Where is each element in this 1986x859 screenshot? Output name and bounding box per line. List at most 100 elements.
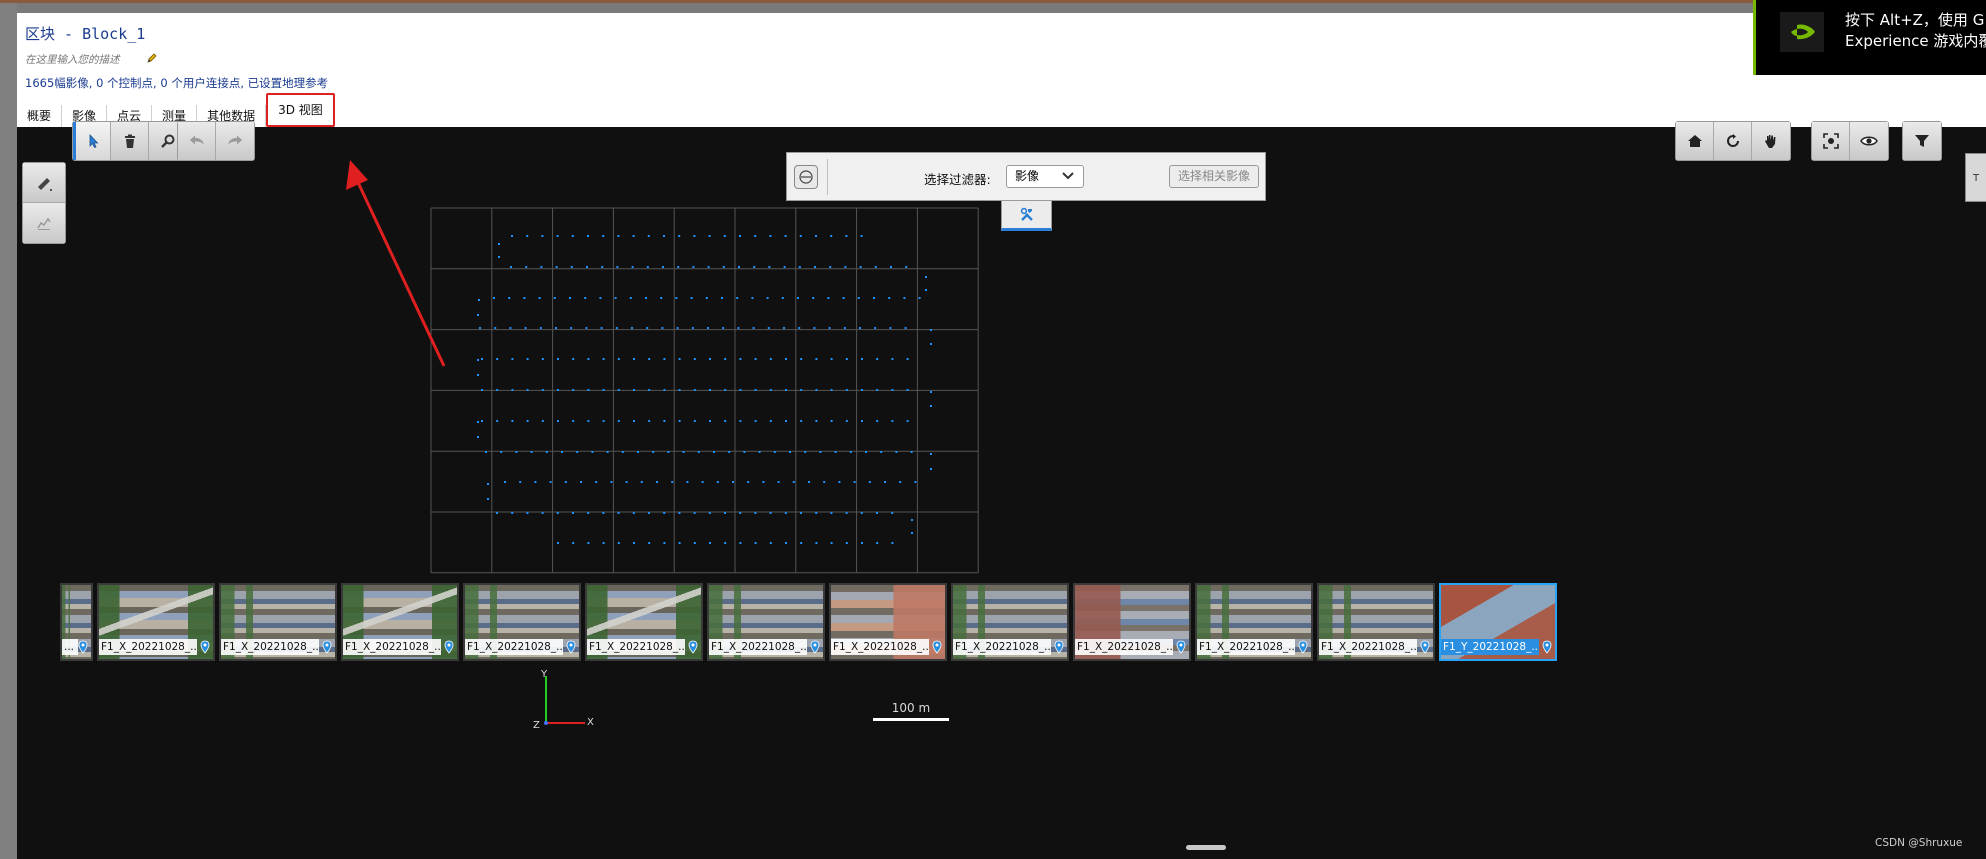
photo-thumbnail[interactable]: F1_X_20221028_... <box>707 583 825 661</box>
tab-3d-view[interactable]: 3D 视图 <box>266 93 335 127</box>
camera-point <box>602 235 605 237</box>
photo-thumbnail[interactable]: F1_X_20221028_... <box>219 583 337 661</box>
camera-point <box>874 266 877 268</box>
3d-viewport[interactable]: 选择过滤器: 影像 选择相关影像 T Y X Z 100 m <box>17 121 1986 859</box>
camera-point <box>693 358 696 360</box>
camera-point <box>693 512 696 514</box>
camera-point <box>631 266 634 268</box>
camera-point <box>477 374 479 376</box>
camera-point <box>678 512 681 514</box>
edit-pencil-icon[interactable] <box>146 52 158 64</box>
camera-point <box>600 327 603 329</box>
camera-point <box>707 327 709 329</box>
camera-point <box>930 405 932 407</box>
camera-point <box>859 327 861 329</box>
camera-point <box>511 420 514 422</box>
camera-point <box>830 389 833 391</box>
description-placeholder[interactable]: 在这里输入您的描述 <box>25 52 120 67</box>
x-axis-label: X <box>587 717 594 728</box>
camera-point <box>656 481 658 483</box>
camera-point <box>792 481 795 483</box>
camera-point <box>617 512 620 514</box>
thumbnail-scrollbar[interactable] <box>1186 845 1226 850</box>
block-title: 区块 - Block_1 <box>25 25 146 43</box>
geolocation-pin-icon <box>1298 640 1308 654</box>
top-strip <box>0 0 1986 3</box>
photo-thumbnail[interactable]: F1_X_20221028_... <box>341 583 459 661</box>
photo-thumbnail[interactable]: F1_X_20221028_... <box>829 583 947 661</box>
camera-point <box>633 389 635 391</box>
camera-point <box>800 420 803 422</box>
camera-point <box>925 289 927 291</box>
camera-point <box>572 358 575 360</box>
camera-point <box>477 314 479 316</box>
camera-point <box>868 481 871 483</box>
camera-point <box>890 266 892 268</box>
camera-point <box>830 420 833 422</box>
camera-point <box>815 420 818 422</box>
camera-point <box>752 327 755 329</box>
camera-point <box>800 542 803 544</box>
photo-thumbnail[interactable]: F1_X_20221028_... <box>1073 583 1191 661</box>
camera-point <box>845 542 848 544</box>
camera-point <box>767 327 770 329</box>
camera-point <box>708 512 711 514</box>
camera-point <box>631 327 633 329</box>
camera-point <box>800 512 802 514</box>
camera-point <box>876 542 879 544</box>
camera-point <box>889 327 892 329</box>
camera-point <box>861 542 863 544</box>
camera-point <box>739 420 742 422</box>
camera-point <box>510 266 512 268</box>
camera-point <box>678 420 681 422</box>
camera-point <box>769 358 772 360</box>
camera-point <box>625 481 628 483</box>
camera-point <box>880 451 883 453</box>
photo-thumbnail[interactable]: F1_Y_20221028_... <box>1439 583 1557 661</box>
camera-point <box>621 451 624 453</box>
camera-point <box>843 327 846 329</box>
toast-message: 按下 Alt+Z，使用 G Experience 游戏内覆 <box>1845 10 1986 52</box>
camera-point <box>828 327 831 329</box>
camera-point <box>541 389 544 391</box>
camera-point <box>515 451 518 453</box>
photo-thumbnail[interactable]: ... <box>60 583 93 661</box>
camera-point <box>498 243 500 245</box>
camera-point <box>571 235 574 237</box>
camera-point <box>747 481 750 483</box>
camera-point <box>587 420 590 422</box>
block-summary: 1665幅影像, 0 个控制点, 0 个用户连接点, 已设置地理参考 <box>25 76 329 90</box>
camera-point <box>580 481 582 483</box>
camera-point <box>762 481 765 483</box>
camera-point <box>784 235 787 237</box>
photo-thumbnail[interactable]: F1_X_20221028_... <box>463 583 581 661</box>
camera-point <box>662 266 664 268</box>
photo-thumbnail[interactable]: F1_X_20221028_... <box>1317 583 1435 661</box>
camera-point <box>842 297 845 299</box>
thumbnail-label: F1_X_20221028_... <box>1197 639 1295 655</box>
camera-point <box>496 389 499 391</box>
camera-point <box>815 512 818 514</box>
camera-point <box>930 343 932 345</box>
camera-point <box>874 327 877 329</box>
camera-point <box>523 297 526 299</box>
camera-point <box>538 297 541 299</box>
camera-point <box>661 327 664 329</box>
camera-point <box>481 420 483 422</box>
camera-point <box>557 420 559 422</box>
camera-point <box>739 512 742 514</box>
photo-thumbnail[interactable]: F1_X_20221028_... <box>951 583 1069 661</box>
tab-overview[interactable]: 概要 <box>17 105 63 127</box>
camera-point <box>906 420 909 422</box>
photo-thumbnail[interactable]: F1_X_20221028_... <box>1195 583 1313 661</box>
camera-point <box>754 358 757 360</box>
photo-thumbnail[interactable]: F1_X_20221028_... <box>97 583 215 661</box>
camera-point <box>930 329 932 331</box>
thumbnail-label: F1_X_20221028_... <box>1319 639 1417 655</box>
photo-thumbnail[interactable]: F1_X_20221028_... <box>585 583 703 661</box>
camera-point <box>845 358 848 360</box>
camera-point <box>614 297 617 299</box>
camera-point <box>540 266 543 268</box>
camera-point <box>478 299 480 301</box>
camera-point <box>682 451 685 453</box>
